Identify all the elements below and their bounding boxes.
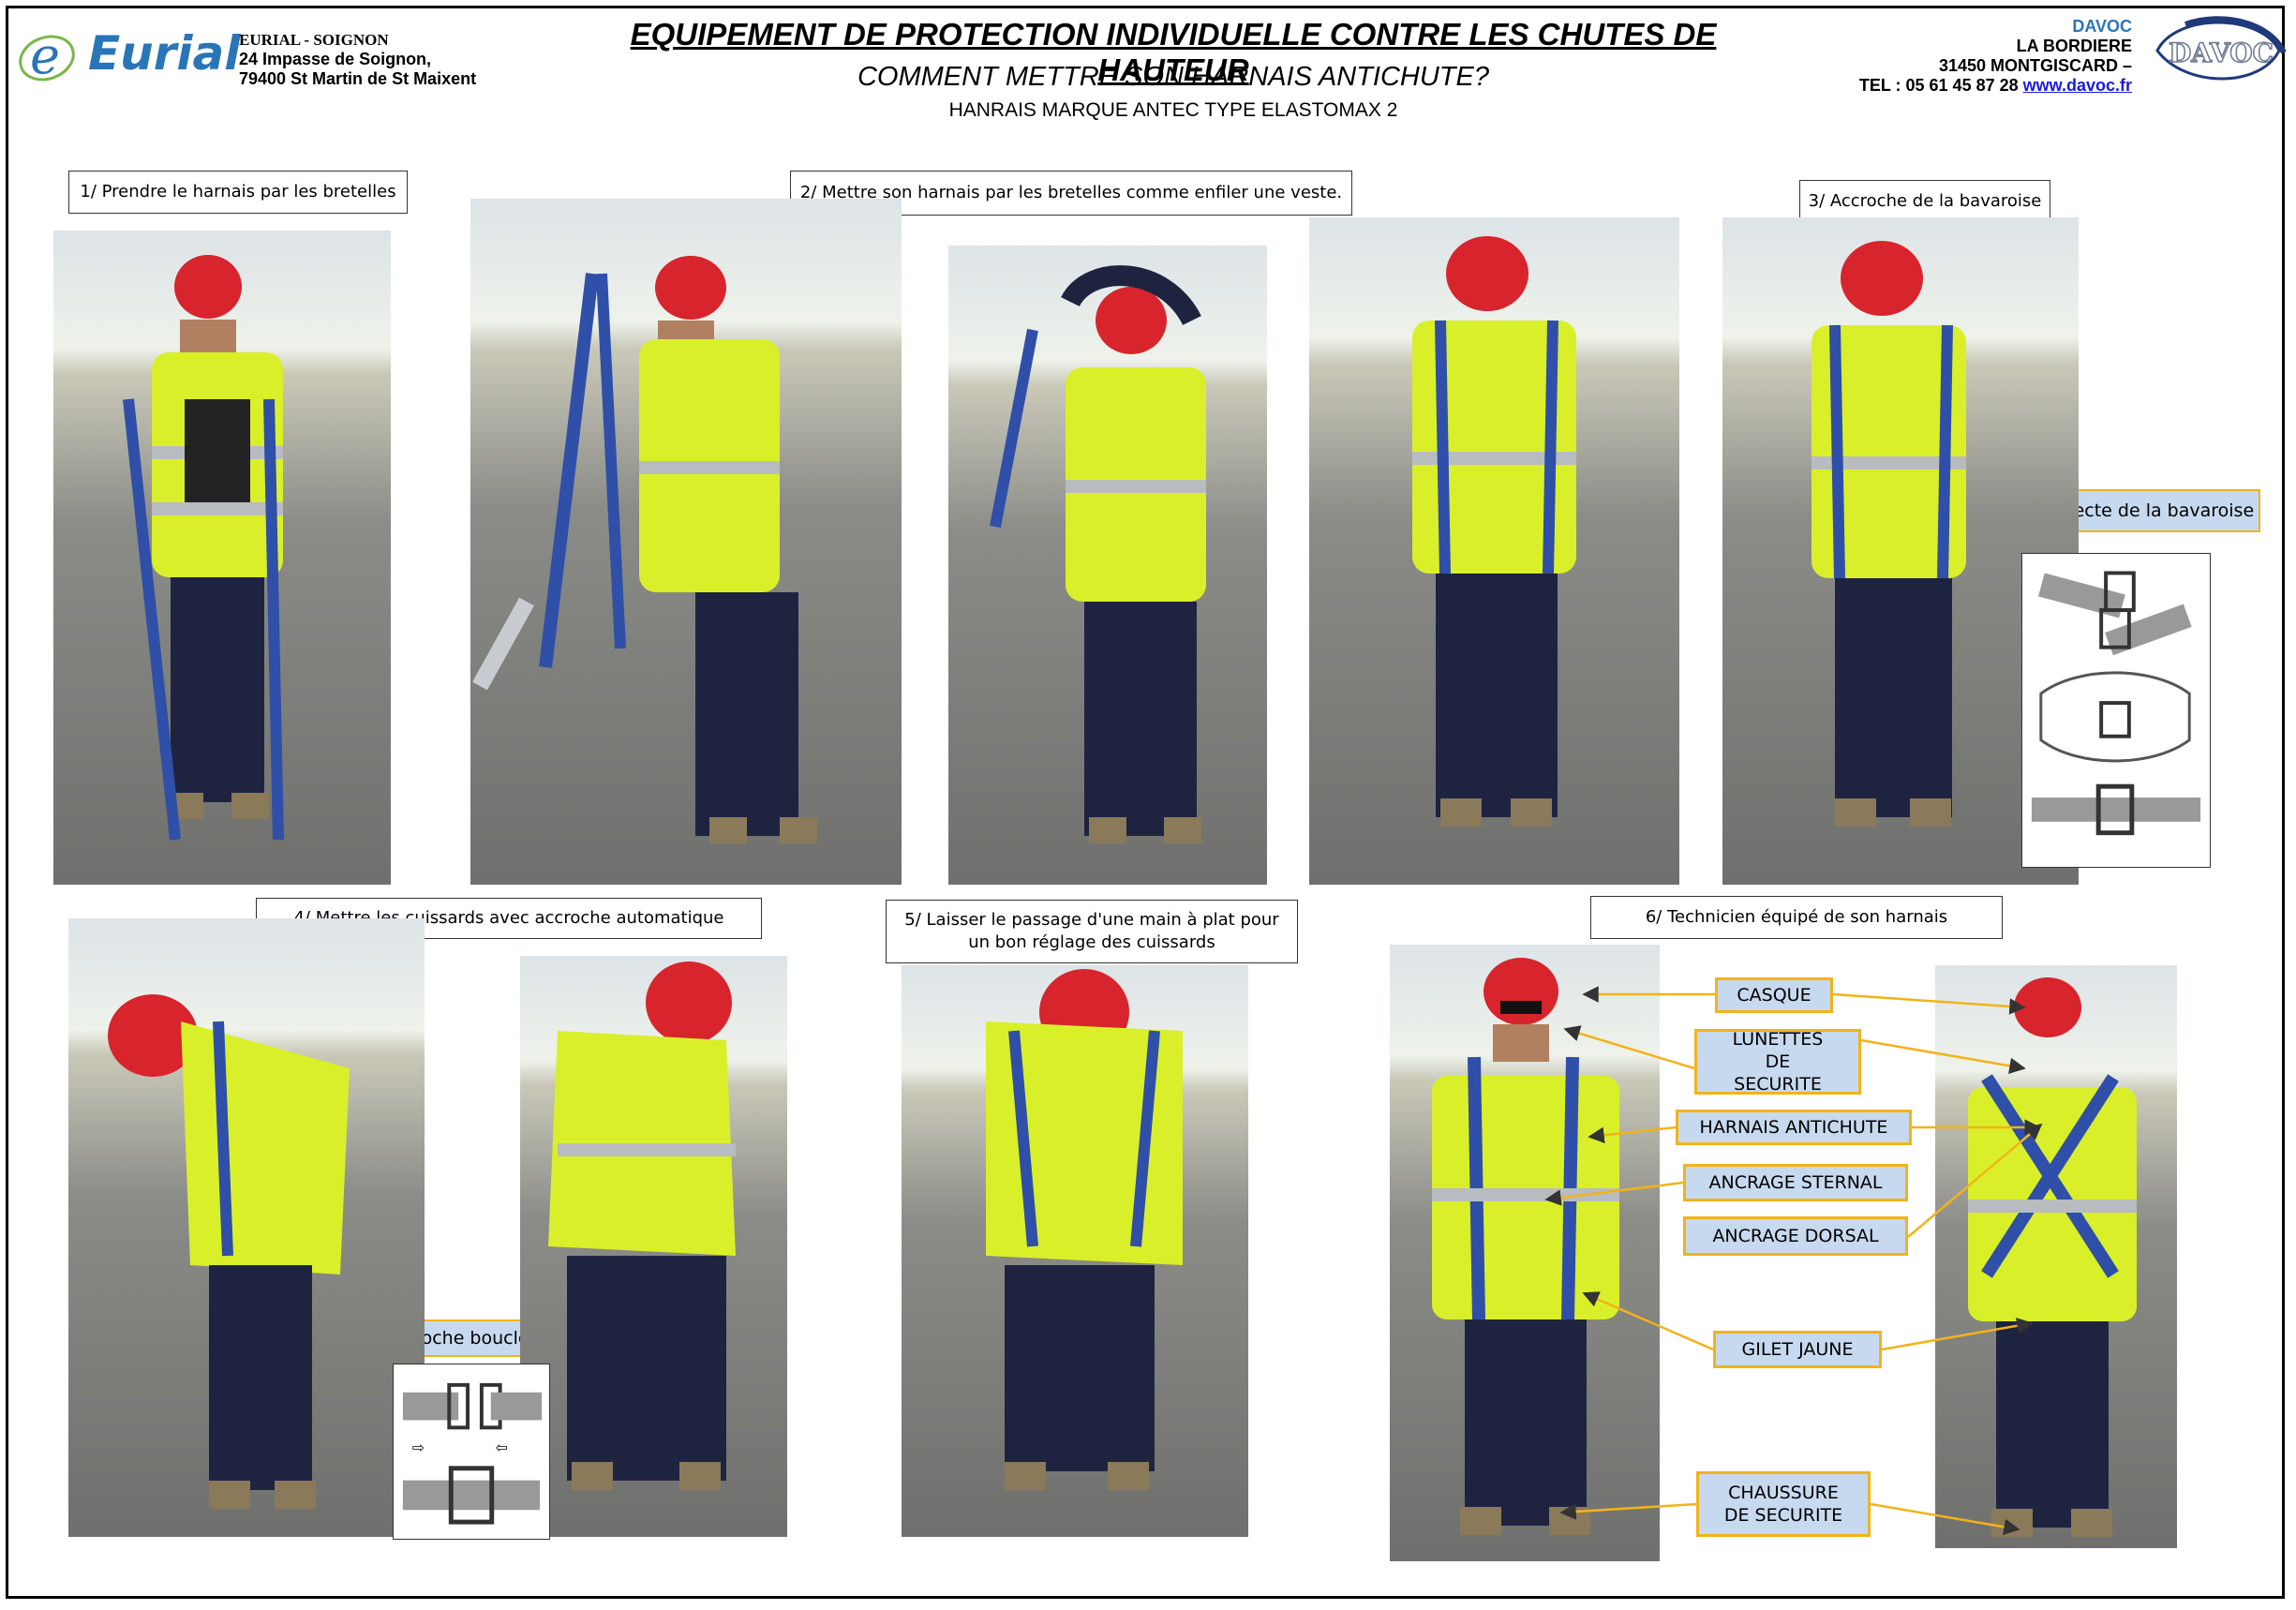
- photo-step-3a: [1309, 217, 1679, 885]
- step-1-label: 1/ Prendre le harnais par les bretelles: [68, 171, 408, 214]
- worker-figure-icon: [123, 255, 284, 841]
- svg-text:⇦: ⇦: [496, 1439, 508, 1456]
- label-gilet-jaune: GILET JAUNE: [1713, 1331, 1882, 1368]
- company-name: EURIAL - SOIGNON: [239, 31, 389, 49]
- label-chaussure: CHAUSSURE DE SECURITE: [1696, 1471, 1871, 1537]
- svg-text:⇨: ⇨: [412, 1439, 425, 1456]
- worker-figure-icon: [986, 969, 1183, 1490]
- address-line-2: 79400 St Martin de St Maixent: [239, 69, 477, 88]
- supplier-tel: TEL : 05 61 45 87 28: [1858, 76, 2019, 95]
- photo-step-2a: [470, 199, 902, 885]
- supplier-website-link[interactable]: www.davoc.fr: [2023, 76, 2132, 95]
- worker-figure-icon: [472, 256, 817, 843]
- label-casque: CASQUE: [1715, 977, 1833, 1013]
- page-subtitle: COMMENT METTRE SON HARNAIS ANTICHUTE?: [857, 62, 1489, 92]
- eurial-logo-text: Eurial: [88, 26, 241, 81]
- worker-figure-icon: [990, 265, 1206, 843]
- harness-model: HANRAIS MARQUE ANTEC TYPE ELASTOMAX 2: [948, 99, 1398, 121]
- supplier-line-1: LA BORDIERE: [2016, 37, 2132, 55]
- worker-figure-icon: [548, 962, 736, 1490]
- svg-text:e: e: [30, 26, 60, 85]
- photo-step-4a: [68, 918, 425, 1537]
- supplier-name: DAVOC: [2072, 17, 2132, 36]
- supplier-line-2: 31450 MONTGISCARD –: [1938, 56, 2132, 75]
- step-6-label: 6/ Technicien équipé de son harnais: [1590, 896, 2003, 939]
- photo-step-1: [53, 231, 391, 885]
- worker-figure-icon: [1968, 977, 2137, 1537]
- bavaroise-buckle-diagram: [2021, 553, 2211, 868]
- worker-figure-icon: [1412, 236, 1576, 827]
- label-harnais: HARNAIS ANTICHUTE: [1676, 1110, 1912, 1145]
- buckle-diagram-icon: [2031, 571, 2201, 836]
- photo-step-6-back: [1935, 965, 2177, 1548]
- svg-text:DAVOC: DAVOC: [2169, 37, 2274, 68]
- photo-step-2b: [948, 246, 1267, 885]
- worker-figure-icon: [1432, 958, 1619, 1535]
- worker-figure-icon: [108, 994, 350, 1509]
- photo-step-4b: [520, 956, 787, 1537]
- step-5-label: 5/ Laisser le passage d'une main à plat …: [886, 900, 1298, 963]
- address-line-1: 24 Impasse de Soignon,: [239, 50, 432, 68]
- supplier-block: DAVOC LA BORDIERE 31450 MONTGISCARD – TE…: [1859, 17, 2132, 96]
- eurial-logo-icon: e: [19, 26, 75, 85]
- photo-step-6-front: [1390, 945, 1660, 1561]
- company-address: EURIAL - SOIGNON 24 Impasse de Soignon, …: [239, 30, 476, 89]
- buckle-diagram-icon: ⇨ ⇦: [402, 1382, 543, 1525]
- photo-step-5: [902, 965, 1248, 1537]
- label-ancrage-dorsal: ANCRAGE DORSAL: [1683, 1216, 1908, 1256]
- davoc-logo-icon: DAVOC: [2155, 16, 2287, 81]
- auto-buckle-diagram: ⇨ ⇦: [393, 1364, 550, 1540]
- label-ancrage-sternal: ANCRAGE STERNAL: [1683, 1164, 1908, 1201]
- label-lunettes: LUNETTES DE SECURITE: [1694, 1029, 1861, 1095]
